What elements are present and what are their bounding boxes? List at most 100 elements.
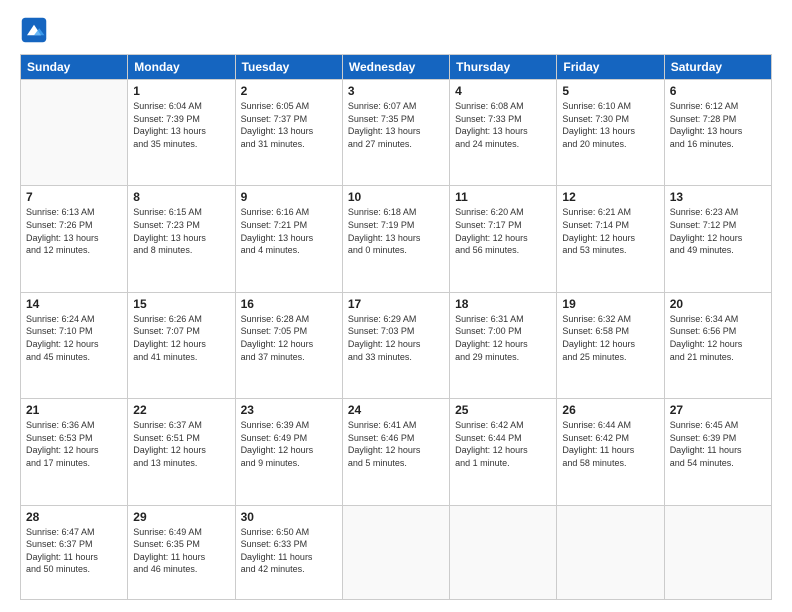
day-info: Sunrise: 6:50 AM Sunset: 6:33 PM Dayligh… bbox=[241, 526, 337, 576]
day-number: 15 bbox=[133, 297, 229, 311]
calendar-cell: 24 Sunrise: 6:41 AM Sunset: 6:46 PM Dayli… bbox=[342, 399, 449, 505]
calendar-week-row: 7 Sunrise: 6:13 AM Sunset: 7:26 PM Daylig… bbox=[21, 186, 772, 292]
day-number: 13 bbox=[670, 190, 766, 204]
day-number: 18 bbox=[455, 297, 551, 311]
calendar-cell bbox=[557, 505, 664, 599]
day-number: 12 bbox=[562, 190, 658, 204]
calendar-cell: 28 Sunrise: 6:47 AM Sunset: 6:37 PM Dayli… bbox=[21, 505, 128, 599]
calendar-cell: 27 Sunrise: 6:45 AM Sunset: 6:39 PM Dayli… bbox=[664, 399, 771, 505]
day-number: 17 bbox=[348, 297, 444, 311]
calendar-cell bbox=[342, 505, 449, 599]
weekday-header-thursday: Thursday bbox=[450, 55, 557, 80]
day-number: 10 bbox=[348, 190, 444, 204]
day-info: Sunrise: 6:39 AM Sunset: 6:49 PM Dayligh… bbox=[241, 419, 337, 469]
logo bbox=[20, 16, 52, 44]
calendar-cell: 7 Sunrise: 6:13 AM Sunset: 7:26 PM Daylig… bbox=[21, 186, 128, 292]
calendar-cell: 16 Sunrise: 6:28 AM Sunset: 7:05 PM Dayli… bbox=[235, 292, 342, 398]
day-info: Sunrise: 6:42 AM Sunset: 6:44 PM Dayligh… bbox=[455, 419, 551, 469]
day-number: 3 bbox=[348, 84, 444, 98]
weekday-header-friday: Friday bbox=[557, 55, 664, 80]
day-number: 14 bbox=[26, 297, 122, 311]
calendar-cell: 19Sunrise: 6:32 AM Sunset: 6:58 PM Dayli… bbox=[557, 292, 664, 398]
calendar-cell: 8 Sunrise: 6:15 AM Sunset: 7:23 PM Daylig… bbox=[128, 186, 235, 292]
calendar-cell: 15 Sunrise: 6:26 AM Sunset: 7:07 PM Dayli… bbox=[128, 292, 235, 398]
calendar-cell bbox=[21, 80, 128, 186]
day-info: Sunrise: 6:44 AM Sunset: 6:42 PM Dayligh… bbox=[562, 419, 658, 469]
calendar-cell: 3 Sunrise: 6:07 AM Sunset: 7:35 PM Daylig… bbox=[342, 80, 449, 186]
calendar-cell: 11 Sunrise: 6:20 AM Sunset: 7:17 PM Dayli… bbox=[450, 186, 557, 292]
day-info: Sunrise: 6:23 AM Sunset: 7:12 PM Dayligh… bbox=[670, 206, 766, 256]
calendar-cell bbox=[450, 505, 557, 599]
day-info: Sunrise: 6:28 AM Sunset: 7:05 PM Dayligh… bbox=[241, 313, 337, 363]
weekday-header-row: SundayMondayTuesdayWednesdayThursdayFrid… bbox=[21, 55, 772, 80]
calendar-cell: 21 Sunrise: 6:36 AM Sunset: 6:53 PM Dayli… bbox=[21, 399, 128, 505]
day-info: Sunrise: 6:41 AM Sunset: 6:46 PM Dayligh… bbox=[348, 419, 444, 469]
header bbox=[20, 16, 772, 44]
calendar-cell: 17 Sunrise: 6:29 AM Sunset: 7:03 PM Dayli… bbox=[342, 292, 449, 398]
weekday-header-tuesday: Tuesday bbox=[235, 55, 342, 80]
calendar-cell: 23 Sunrise: 6:39 AM Sunset: 6:49 PM Dayli… bbox=[235, 399, 342, 505]
day-number: 5 bbox=[562, 84, 658, 98]
day-info: Sunrise: 6:45 AM Sunset: 6:39 PM Dayligh… bbox=[670, 419, 766, 469]
calendar-cell: 13 Sunrise: 6:23 AM Sunset: 7:12 PM Dayli… bbox=[664, 186, 771, 292]
day-info: Sunrise: 6:34 AM Sunset: 6:56 PM Dayligh… bbox=[670, 313, 766, 363]
day-number: 23 bbox=[241, 403, 337, 417]
calendar-cell: 12Sunrise: 6:21 AM Sunset: 7:14 PM Dayli… bbox=[557, 186, 664, 292]
day-number: 27 bbox=[670, 403, 766, 417]
calendar-cell: 5 Sunrise: 6:10 AM Sunset: 7:30 PM Daylig… bbox=[557, 80, 664, 186]
day-info: Sunrise: 6:49 AM Sunset: 6:35 PM Dayligh… bbox=[133, 526, 229, 576]
day-number: 21 bbox=[26, 403, 122, 417]
calendar-cell: 26Sunrise: 6:44 AM Sunset: 6:42 PM Dayli… bbox=[557, 399, 664, 505]
calendar-cell: 10 Sunrise: 6:18 AM Sunset: 7:19 PM Dayli… bbox=[342, 186, 449, 292]
day-number: 22 bbox=[133, 403, 229, 417]
day-info: Sunrise: 6:31 AM Sunset: 7:00 PM Dayligh… bbox=[455, 313, 551, 363]
day-info: Sunrise: 6:47 AM Sunset: 6:37 PM Dayligh… bbox=[26, 526, 122, 576]
day-number: 11 bbox=[455, 190, 551, 204]
calendar-cell bbox=[664, 505, 771, 599]
day-number: 2 bbox=[241, 84, 337, 98]
day-info: Sunrise: 6:07 AM Sunset: 7:35 PM Dayligh… bbox=[348, 100, 444, 150]
day-info: Sunrise: 6:29 AM Sunset: 7:03 PM Dayligh… bbox=[348, 313, 444, 363]
day-number: 24 bbox=[348, 403, 444, 417]
day-info: Sunrise: 6:24 AM Sunset: 7:10 PM Dayligh… bbox=[26, 313, 122, 363]
day-number: 6 bbox=[670, 84, 766, 98]
day-info: Sunrise: 6:36 AM Sunset: 6:53 PM Dayligh… bbox=[26, 419, 122, 469]
day-number: 7 bbox=[26, 190, 122, 204]
calendar-cell: 30 Sunrise: 6:50 AM Sunset: 6:33 PM Dayli… bbox=[235, 505, 342, 599]
day-info: Sunrise: 6:20 AM Sunset: 7:17 PM Dayligh… bbox=[455, 206, 551, 256]
calendar-week-row: 28 Sunrise: 6:47 AM Sunset: 6:37 PM Dayli… bbox=[21, 505, 772, 599]
weekday-header-wednesday: Wednesday bbox=[342, 55, 449, 80]
day-info: Sunrise: 6:18 AM Sunset: 7:19 PM Dayligh… bbox=[348, 206, 444, 256]
calendar-cell: 6 Sunrise: 6:12 AM Sunset: 7:28 PM Daylig… bbox=[664, 80, 771, 186]
day-number: 20 bbox=[670, 297, 766, 311]
day-number: 8 bbox=[133, 190, 229, 204]
day-number: 19 bbox=[562, 297, 658, 311]
day-info: Sunrise: 6:16 AM Sunset: 7:21 PM Dayligh… bbox=[241, 206, 337, 256]
calendar-cell: 22Sunrise: 6:37 AM Sunset: 6:51 PM Dayli… bbox=[128, 399, 235, 505]
calendar-cell: 29 Sunrise: 6:49 AM Sunset: 6:35 PM Dayli… bbox=[128, 505, 235, 599]
day-info: Sunrise: 6:08 AM Sunset: 7:33 PM Dayligh… bbox=[455, 100, 551, 150]
calendar-week-row: 14 Sunrise: 6:24 AM Sunset: 7:10 PM Dayli… bbox=[21, 292, 772, 398]
day-info: Sunrise: 6:26 AM Sunset: 7:07 PM Dayligh… bbox=[133, 313, 229, 363]
calendar-cell: 14 Sunrise: 6:24 AM Sunset: 7:10 PM Dayli… bbox=[21, 292, 128, 398]
day-number: 1 bbox=[133, 84, 229, 98]
calendar-table: SundayMondayTuesdayWednesdayThursdayFrid… bbox=[20, 54, 772, 600]
calendar-week-row: 21 Sunrise: 6:36 AM Sunset: 6:53 PM Dayli… bbox=[21, 399, 772, 505]
day-number: 28 bbox=[26, 510, 122, 524]
day-number: 30 bbox=[241, 510, 337, 524]
day-info: Sunrise: 6:10 AM Sunset: 7:30 PM Dayligh… bbox=[562, 100, 658, 150]
calendar-cell: 1 Sunrise: 6:04 AM Sunset: 7:39 PM Daylig… bbox=[128, 80, 235, 186]
day-number: 29 bbox=[133, 510, 229, 524]
calendar-cell: 2Sunrise: 6:05 AM Sunset: 7:37 PM Daylig… bbox=[235, 80, 342, 186]
weekday-header-saturday: Saturday bbox=[664, 55, 771, 80]
calendar-cell: 25Sunrise: 6:42 AM Sunset: 6:44 PM Dayli… bbox=[450, 399, 557, 505]
day-number: 9 bbox=[241, 190, 337, 204]
calendar-cell: 9 Sunrise: 6:16 AM Sunset: 7:21 PM Daylig… bbox=[235, 186, 342, 292]
day-info: Sunrise: 6:15 AM Sunset: 7:23 PM Dayligh… bbox=[133, 206, 229, 256]
day-number: 16 bbox=[241, 297, 337, 311]
page: SundayMondayTuesdayWednesdayThursdayFrid… bbox=[0, 0, 792, 612]
day-info: Sunrise: 6:12 AM Sunset: 7:28 PM Dayligh… bbox=[670, 100, 766, 150]
calendar-week-row: 1 Sunrise: 6:04 AM Sunset: 7:39 PM Daylig… bbox=[21, 80, 772, 186]
day-info: Sunrise: 6:13 AM Sunset: 7:26 PM Dayligh… bbox=[26, 206, 122, 256]
day-info: Sunrise: 6:04 AM Sunset: 7:39 PM Dayligh… bbox=[133, 100, 229, 150]
